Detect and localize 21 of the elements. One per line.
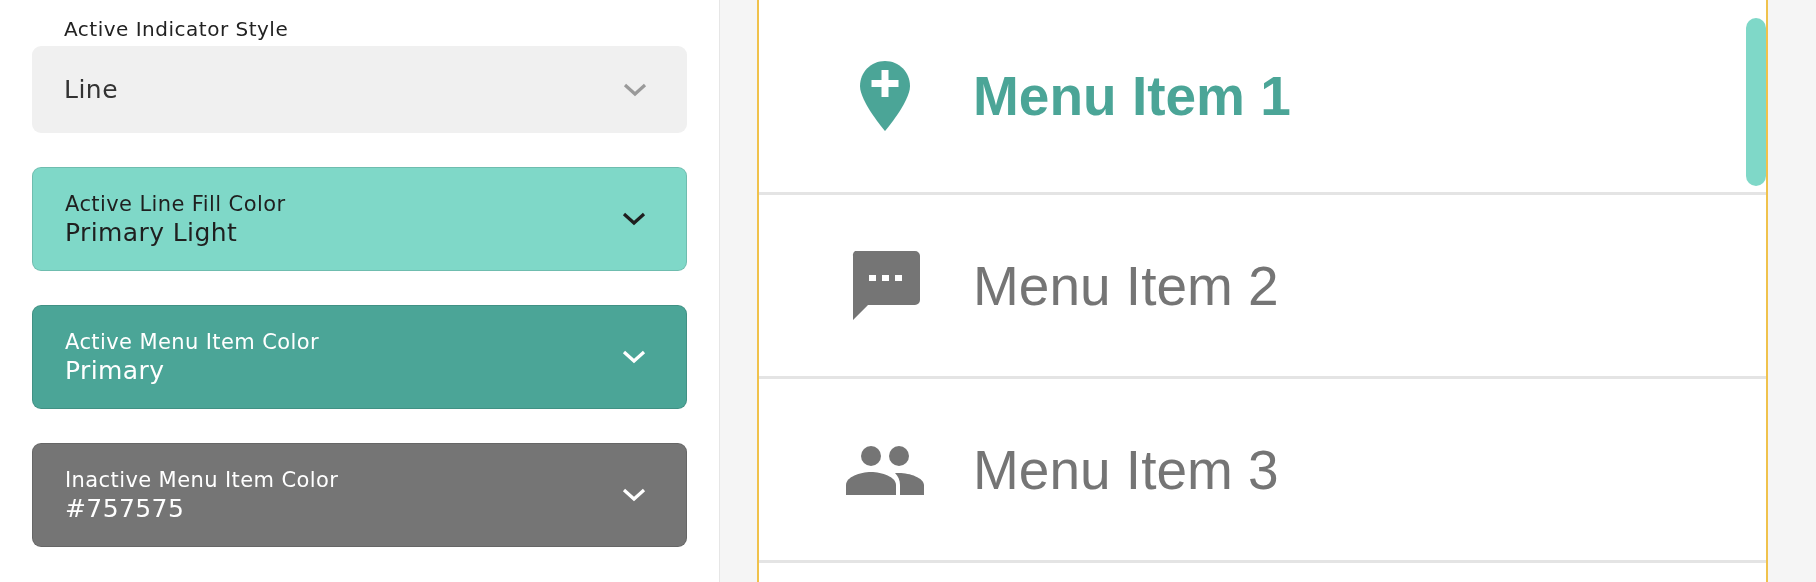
people-icon [846, 444, 924, 495]
field-label: Active Indicator Style [63, 16, 290, 41]
style-dropdown[interactable]: Line [32, 46, 687, 133]
dropdown-label: Active Menu Item Color [65, 329, 320, 354]
chevron-icon [622, 488, 646, 502]
color-dropdown[interactable]: Active Line Fill Color Primary Light [32, 167, 687, 271]
dropdown-value: #757575 [65, 493, 186, 523]
dropdown-label: Active Line Fill Color [65, 191, 286, 216]
menu-item[interactable]: Menu Item 3 [759, 379, 1766, 563]
menu-item[interactable]: Menu Item 1 [759, 0, 1766, 195]
chevron-icon [622, 350, 646, 364]
color-dropdown[interactable]: Inactive Menu Item Color #757575 [32, 443, 687, 547]
dropdown-value: Primary Light [65, 217, 239, 247]
chevron-icon [623, 82, 647, 97]
color-dropdown[interactable]: Active Menu Item Color Primary [32, 305, 687, 409]
map-pin-icon [859, 61, 911, 131]
dropdown-value: Primary [65, 355, 166, 385]
dropdown-label: Inactive Menu Item Color [65, 467, 339, 492]
dropdown-value: Line [64, 75, 119, 104]
chevron-icon [622, 212, 646, 226]
menu-item[interactable]: Menu Item 2 [759, 195, 1766, 379]
